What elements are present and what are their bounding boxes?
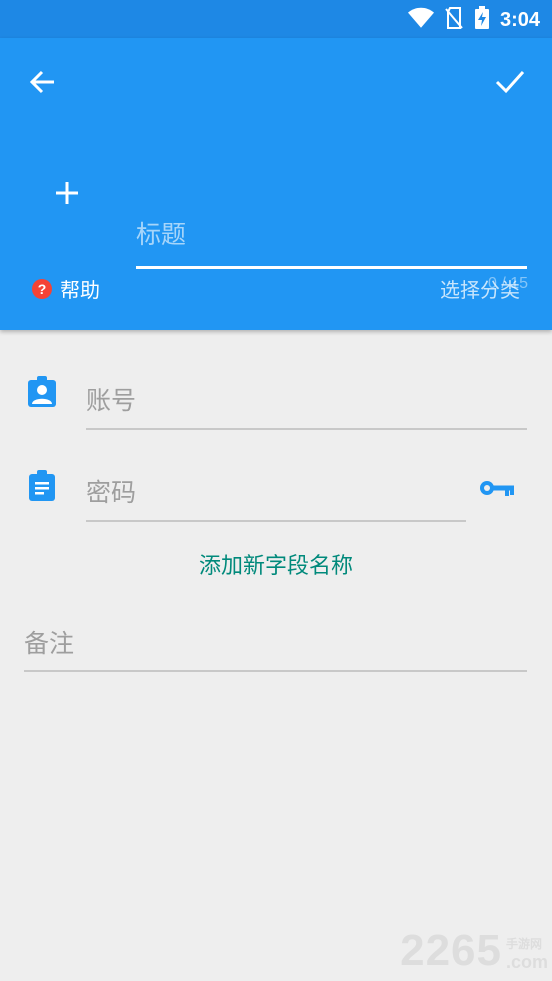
wifi-icon — [407, 7, 434, 33]
arrow-left-icon — [29, 70, 54, 94]
status-bar: 3:04 — [0, 0, 552, 38]
account-box-icon — [26, 376, 58, 412]
header: 0 / 15 ? 帮助 选择分类 — [0, 38, 552, 330]
account-input[interactable] — [86, 382, 526, 418]
select-category-button[interactable]: 选择分类 — [440, 274, 520, 303]
watermark-number: 2265 — [400, 926, 502, 975]
status-icons: 3:04 — [407, 6, 540, 34]
password-generator-button[interactable] — [478, 474, 516, 502]
help-link[interactable]: ? 帮助 — [32, 274, 100, 303]
title-input[interactable] — [136, 214, 526, 254]
password-underline — [86, 520, 466, 522]
watermark-domain: .com — [505, 952, 548, 972]
help-label: 帮助 — [60, 278, 100, 302]
notes-underline — [24, 670, 527, 672]
account-underline — [86, 428, 527, 430]
clipboard-text-icon — [26, 470, 58, 506]
title-underline — [136, 266, 527, 269]
clock: 3:04 — [499, 8, 540, 31]
no-sim-icon — [444, 6, 464, 34]
svg-text:?: ? — [38, 281, 47, 297]
back-button[interactable] — [24, 64, 60, 100]
plus-icon — [56, 182, 78, 204]
watermark-logo: 2265 手游网 .com — [400, 929, 548, 973]
notes-input[interactable] — [24, 624, 524, 662]
save-button[interactable] — [490, 64, 530, 100]
watermark-small-text: 手游网 — [505, 937, 542, 951]
watermark-side: 手游网 .com — [506, 935, 548, 973]
add-field-button[interactable]: 添加新字段名称 — [0, 548, 552, 580]
add-icon-button[interactable] — [50, 176, 84, 210]
password-input[interactable] — [86, 474, 456, 510]
help-circle-icon: ? — [32, 278, 52, 299]
key-icon — [480, 481, 514, 496]
check-icon — [495, 70, 525, 94]
battery-charging-icon — [474, 6, 490, 34]
